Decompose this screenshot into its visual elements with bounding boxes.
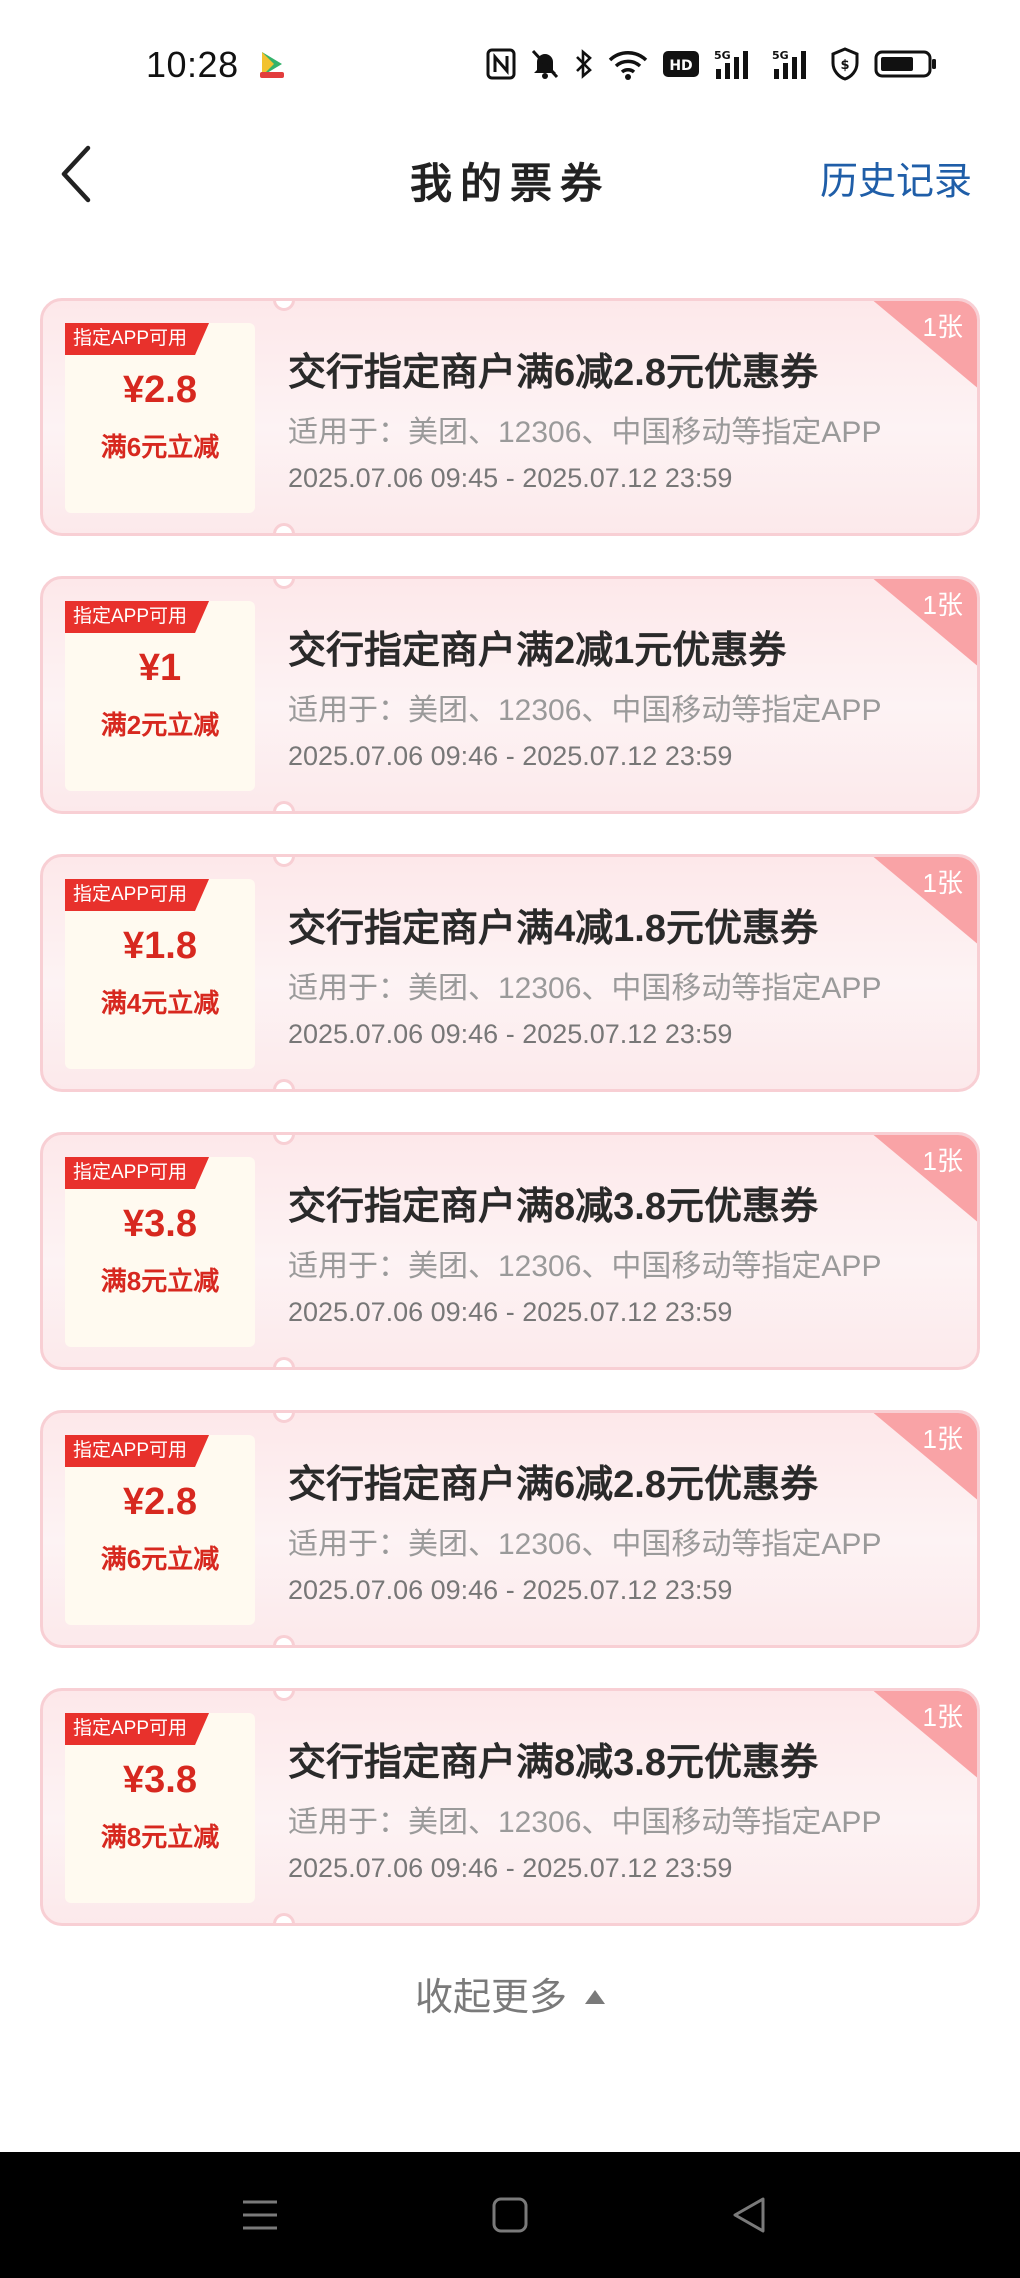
history-link[interactable]: 历史记录 xyxy=(820,150,972,205)
ticket-notch xyxy=(273,1079,295,1089)
hd-text: HD xyxy=(669,58,692,74)
coupon-count: 1张 xyxy=(922,1146,963,1176)
ticket-notch xyxy=(273,1635,295,1645)
wifi-icon xyxy=(608,48,648,80)
ticket-notch xyxy=(273,857,295,867)
app-only-badge: 指定APP可用 xyxy=(65,1713,209,1745)
coupon-condition: 满2元立减 xyxy=(100,710,220,740)
coupon-count: 1张 xyxy=(922,590,963,620)
coupon-stub: 指定APP可用 ¥2.8 满6元立减 xyxy=(65,1435,255,1625)
coupon-card[interactable]: 指定APP可用 ¥3.8 满8元立减 交行指定商户满8减3.8元优惠券 适用于：… xyxy=(40,1688,980,1926)
coupon-scope: 适用于：美团、12306、中国移动等指定APP xyxy=(288,694,882,727)
coupon-card[interactable]: 指定APP可用 ¥1.8 满4元立减 交行指定商户满4减1.8元优惠券 适用于：… xyxy=(40,854,980,1092)
collapse-label: 收起更多 xyxy=(414,1977,567,2019)
coupon-validity: 2025.07.06 09:46 - 2025.07.12 23:59 xyxy=(288,741,733,771)
coupon-validity: 2025.07.06 09:46 - 2025.07.12 23:59 xyxy=(288,1853,733,1883)
system-nav-bar xyxy=(0,2152,1020,2278)
coupon-condition: 满8元立减 xyxy=(100,1822,220,1852)
signal-5g-icon: 5G xyxy=(772,47,816,81)
app-video-icon xyxy=(256,48,288,80)
collapse-more-button[interactable]: 收起更多 xyxy=(0,1966,1020,2021)
coupon-stub: 指定APP可用 ¥1.8 满4元立减 xyxy=(65,879,255,1069)
ticket-notch xyxy=(273,301,295,311)
coupon-condition: 满6元立减 xyxy=(100,432,220,462)
menu-button[interactable] xyxy=(235,2190,285,2240)
coupon-card[interactable]: 指定APP可用 ¥3.8 满8元立减 交行指定商户满8减3.8元优惠券 适用于：… xyxy=(40,1132,980,1370)
coupon-amount: ¥2.8 xyxy=(123,369,197,411)
nfc-icon xyxy=(486,48,516,80)
coupon-stub: 指定APP可用 ¥3.8 满8元立减 xyxy=(65,1157,255,1347)
coupon-title: 交行指定商户满8减3.8元优惠券 xyxy=(288,1186,818,1228)
net-text: 5G xyxy=(714,49,731,62)
coupon-condition: 满6元立减 xyxy=(100,1544,220,1574)
coupon-count: 1张 xyxy=(922,1702,963,1732)
menu-icon xyxy=(243,2200,277,2230)
coupon-amount: ¥2.8 xyxy=(123,1481,197,1523)
coupon-amount: ¥1 xyxy=(138,647,182,689)
coupon-scope: 适用于：美团、12306、中国移动等指定APP xyxy=(288,1806,882,1839)
app-only-badge: 指定APP可用 xyxy=(65,323,209,355)
coupon-stub: 指定APP可用 ¥2.8 满6元立减 xyxy=(65,323,255,513)
triangle-up-icon xyxy=(585,1989,605,2004)
coupon-stub: 指定APP可用 ¥1 满2元立减 xyxy=(65,601,255,791)
coupon-count: 1张 xyxy=(922,312,963,342)
app-only-badge: 指定APP可用 xyxy=(65,1435,209,1467)
coupon-amount: ¥1.8 xyxy=(123,925,197,967)
coupon-stub: 指定APP可用 ¥3.8 满8元立减 xyxy=(65,1713,255,1903)
app-only-badge: 指定APP可用 xyxy=(65,879,209,911)
coupon-card[interactable]: 指定APP可用 ¥2.8 满6元立减 交行指定商户满6减2.8元优惠券 适用于：… xyxy=(40,298,980,536)
coupon-amount: ¥3.8 xyxy=(123,1203,197,1245)
signal-5g-icon: 5G xyxy=(714,47,758,81)
coupon-condition: 满4元立减 xyxy=(100,988,220,1018)
coupon-title: 交行指定商户满4减1.8元优惠券 xyxy=(288,908,818,950)
ticket-notch xyxy=(273,801,295,811)
svg-text:$: $ xyxy=(840,58,849,73)
coupon-validity: 2025.07.06 09:46 - 2025.07.12 23:59 xyxy=(288,1575,733,1605)
nav-bar: 我的票券 历史记录 xyxy=(0,120,1020,230)
ticket-notch xyxy=(273,579,295,589)
coupon-validity: 2025.07.06 09:46 - 2025.07.12 23:59 xyxy=(288,1019,733,1049)
coupon-condition: 满8元立减 xyxy=(100,1266,220,1296)
back-triangle-icon xyxy=(733,2197,765,2233)
coupon-card[interactable]: 指定APP可用 ¥2.8 满6元立减 交行指定商户满6减2.8元优惠券 适用于：… xyxy=(40,1410,980,1648)
coupon-scope: 适用于：美团、12306、中国移动等指定APP xyxy=(288,416,882,449)
coupon-scope: 适用于：美团、12306、中国移动等指定APP xyxy=(288,972,882,1005)
coupon-title: 交行指定商户满2减1元优惠券 xyxy=(288,630,787,672)
app-only-badge: 指定APP可用 xyxy=(65,601,209,633)
ticket-notch xyxy=(273,1913,295,1923)
security-icon: $ xyxy=(830,47,860,81)
coupon-count: 1张 xyxy=(922,1424,963,1454)
status-bar: 10:28 HD 5G 5G $ xyxy=(0,0,1020,120)
battery-icon xyxy=(874,49,938,79)
back-system-button[interactable] xyxy=(725,2190,775,2240)
coupon-card[interactable]: 指定APP可用 ¥1 满2元立减 交行指定商户满2减1元优惠券 适用于：美团、1… xyxy=(40,576,980,814)
coupon-scope: 适用于：美团、12306、中国移动等指定APP xyxy=(288,1528,882,1561)
coupon-validity: 2025.07.06 09:45 - 2025.07.12 23:59 xyxy=(288,463,733,493)
coupon-list: 指定APP可用 ¥2.8 满6元立减 交行指定商户满6减2.8元优惠券 适用于：… xyxy=(40,298,980,1966)
app-only-badge: 指定APP可用 xyxy=(65,1157,209,1189)
ticket-notch xyxy=(273,1413,295,1423)
home-button[interactable] xyxy=(485,2190,535,2240)
mute-icon xyxy=(530,48,560,80)
ticket-notch xyxy=(273,1135,295,1145)
coupon-scope: 适用于：美团、12306、中国移动等指定APP xyxy=(288,1250,882,1283)
coupon-title: 交行指定商户满6减2.8元优惠券 xyxy=(288,1464,818,1506)
status-icons: HD 5G 5G $ xyxy=(486,44,938,84)
ticket-notch xyxy=(273,1357,295,1367)
coupon-amount: ¥3.8 xyxy=(123,1759,197,1801)
bluetooth-icon xyxy=(574,48,594,80)
status-time: 10:28 xyxy=(146,44,239,85)
coupon-title: 交行指定商户满6减2.8元优惠券 xyxy=(288,352,818,394)
hd-icon: HD xyxy=(662,49,700,79)
net-text: 5G xyxy=(772,49,789,62)
ticket-notch xyxy=(273,1691,295,1701)
coupon-validity: 2025.07.06 09:46 - 2025.07.12 23:59 xyxy=(288,1297,733,1327)
coupon-count: 1张 xyxy=(922,868,963,898)
ticket-notch xyxy=(273,523,295,533)
home-square-icon xyxy=(492,2197,528,2233)
coupon-title: 交行指定商户满8减3.8元优惠券 xyxy=(288,1742,818,1784)
